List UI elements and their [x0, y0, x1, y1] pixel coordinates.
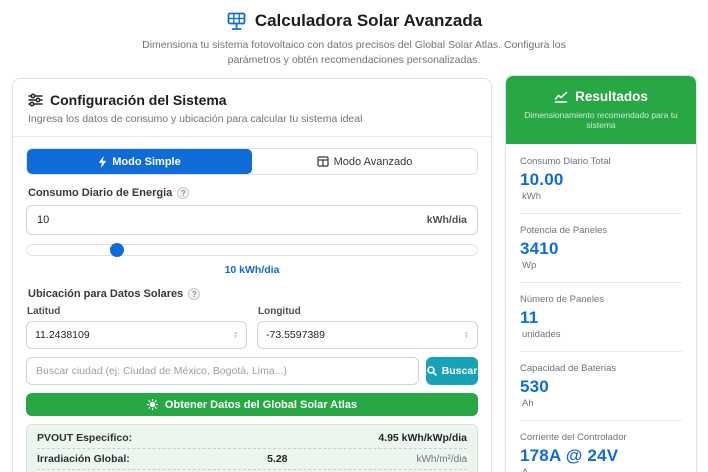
results-header: Resultados Dimensionamiento recomendado …: [506, 76, 696, 144]
tab-modo-simple-label: Modo Simple: [112, 155, 181, 168]
consumption-input[interactable]: 10 kWh/dia: [26, 205, 478, 235]
consumption-value: 10: [37, 214, 50, 226]
divider: [520, 213, 682, 214]
consumption-label: Consumo Diario de Energia: [28, 187, 173, 199]
tab-modo-avanzado-label: Modo Avanzado: [333, 155, 413, 168]
question-icon[interactable]: ?: [177, 187, 190, 199]
fetch-atlas-button-label: Obtener Datos del Global Solar Atlas: [164, 398, 358, 411]
location-label: Ubicación para Datos Solares: [28, 288, 184, 300]
table-row: Irradiación Global: 5.28 kWh/m²/dia: [37, 448, 467, 469]
page-title: Calculadora Solar Avanzada: [254, 11, 483, 30]
latitude-field[interactable]: 11.2438109 ▲ ▼: [26, 321, 247, 349]
solar-panel-icon: [226, 12, 247, 31]
results-card: Resultados Dimensionamiento recomendado …: [505, 75, 697, 472]
row-label: Irradiación Global:: [37, 453, 130, 465]
result-label: Número de Paneles: [520, 294, 604, 305]
consumption-label-row: Consumo Diario de Energia ?: [28, 187, 476, 199]
consumption-slider-thumb[interactable]: [110, 243, 124, 257]
city-search-row: Buscar ciudad (ej: Ciudad de México, Bog…: [26, 357, 478, 385]
mode-tabs: Modo Simple Modo Avanzado: [26, 148, 478, 175]
row-unit: kWh/m²/dia: [416, 453, 467, 465]
divider: [520, 282, 682, 283]
longitude-value: -73.5597389: [266, 329, 325, 341]
result-unit: Ah: [522, 398, 534, 409]
sun-icon: [146, 399, 158, 410]
tab-modo-avanzado[interactable]: Modo Avanzado: [252, 149, 477, 174]
results-title: Resultados: [575, 89, 648, 104]
result-label: Capacidad de Baterias: [520, 363, 617, 374]
search-button-label: Buscar: [441, 365, 478, 377]
divider: [520, 420, 682, 421]
config-card-body: Modo Simple Modo Avanzado Consumo Diario…: [13, 137, 491, 472]
result-value: 11: [520, 308, 539, 327]
number-spinner-icon[interactable]: ▲ ▼: [464, 331, 469, 340]
city-search-placeholder: Buscar ciudad (ej: Ciudad de México, Bog…: [36, 365, 287, 377]
config-card-header: Configuración del Sistema Ingresa los da…: [13, 79, 491, 137]
line-chart-icon: [554, 91, 568, 103]
search-button[interactable]: Buscar: [426, 357, 478, 385]
result-label: Consumo Diario Total: [520, 156, 611, 167]
bolt-icon: [98, 155, 107, 168]
table-row: PVOUT Especifico: 4.95 kWh/kWp/dia: [37, 427, 467, 448]
row-label: PVOUT Especifico:: [37, 431, 133, 444]
latlon-row: Latitud 11.2438109 ▲ ▼ Longitud -73.55973…: [26, 306, 478, 349]
row-value: 5.28: [267, 453, 288, 465]
city-search-input[interactable]: Buscar ciudad (ej: Ciudad de México, Bog…: [26, 357, 419, 385]
results-body: Consumo Diario Total 10.00 kWh Potencia …: [506, 144, 696, 472]
consumption-unit: kWh/dia: [426, 214, 467, 226]
result-label: Potencia de Paneles: [520, 225, 608, 236]
consumption-slider-caption: 10 kWh/dia: [224, 264, 280, 276]
result-value: 3410: [520, 239, 559, 258]
config-card: Configuración del Sistema Ingresa los da…: [12, 78, 492, 472]
row-unit: 4.95 kWh/kWp/dia: [378, 431, 467, 444]
result-unit: kWh: [522, 191, 541, 202]
result-unit: unidades: [522, 329, 561, 340]
result-item-paneles: Número de Paneles 11 unidades: [520, 294, 682, 340]
tab-modo-simple[interactable]: Modo Simple: [27, 149, 252, 174]
number-spinner-icon[interactable]: ▲ ▼: [233, 331, 238, 340]
result-value: 530: [520, 377, 549, 396]
fetch-atlas-button[interactable]: Obtener Datos del Global Solar Atlas: [26, 393, 478, 416]
solar-calculator-page: Calculadora Solar Avanzada Dimensiona tu…: [0, 0, 708, 472]
result-item-potencia: Potencia de Paneles 3410 Wp: [520, 225, 682, 271]
result-value: 178A @ 24V: [520, 446, 619, 465]
page-subtitle: Dimensiona tu sistema fotovoltaico con d…: [142, 39, 566, 67]
consumption-slider[interactable]: [26, 243, 478, 257]
app-header: Calculadora Solar Avanzada Dimensiona tu…: [0, 0, 708, 68]
search-icon: [426, 366, 437, 376]
latitude-value: 11.2438109: [35, 329, 90, 341]
config-subtitle: Ingresa los datos de consumo y ubicación…: [28, 113, 363, 125]
config-title: Configuración del Sistema: [50, 92, 227, 108]
result-item-consumo: Consumo Diario Total 10.00 kWh: [520, 156, 682, 202]
result-unit: A: [520, 467, 682, 472]
result-label: Corriente del Controlador: [520, 432, 627, 443]
solar-data-table: PVOUT Especifico: 4.95 kWh/kWp/dia Irrad…: [26, 424, 478, 472]
question-icon[interactable]: ?: [188, 288, 201, 300]
location-label-row: Ubicación para Datos Solares ?: [28, 288, 476, 300]
longitude-label: Longitud: [258, 306, 301, 317]
latitude-label: Latitud: [27, 306, 61, 317]
longitude-field[interactable]: -73.5597389 ▲ ▼: [257, 321, 478, 349]
results-subtitle: Dimensionamiento recomendado para tu sis…: [524, 110, 678, 130]
result-unit: Wp: [522, 260, 537, 271]
grid-icon: [317, 156, 329, 167]
sliders-icon: [28, 93, 43, 107]
result-item-baterias: Capacidad de Baterias 530 Ah: [520, 363, 682, 409]
divider: [520, 351, 682, 352]
result-value: 10.00: [520, 170, 564, 189]
result-item-controlador: Corriente del Controlador 178A @ 24V A: [520, 432, 682, 472]
